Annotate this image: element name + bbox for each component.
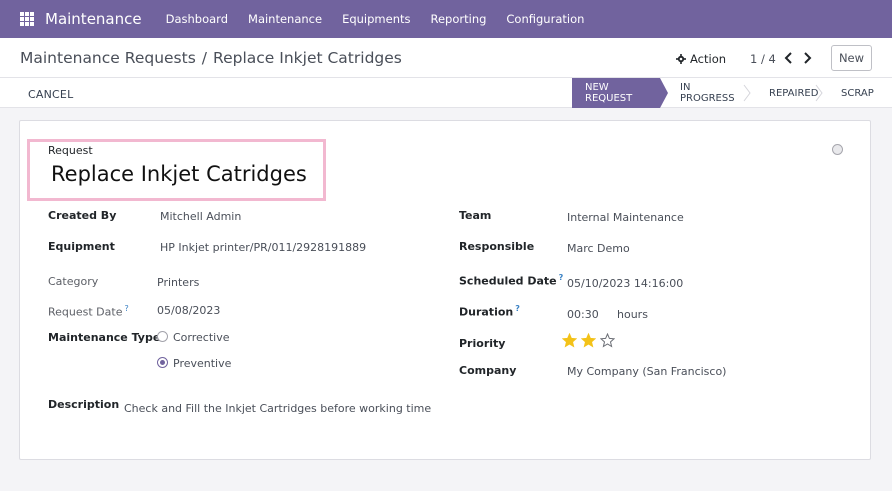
- request-date-field[interactable]: 05/08/2023: [157, 304, 220, 317]
- star-filled-icon[interactable]: [581, 333, 596, 348]
- maintenance-type-label: Maintenance Type: [48, 331, 161, 344]
- created-by-field[interactable]: Mitchell Admin: [160, 210, 241, 223]
- company-field[interactable]: My Company (San Francisco): [567, 365, 726, 378]
- request-date-label-text: Request Date: [48, 305, 123, 319]
- kanban-state-icon[interactable]: [832, 144, 843, 155]
- request-date-label: Request Date?: [48, 304, 129, 319]
- breadcrumb: Maintenance Requests / Replace Inkjet Catr…: [20, 49, 402, 67]
- request-title-input[interactable]: Replace Inkjet Catridges: [51, 162, 307, 186]
- preventive-label[interactable]: Preventive: [173, 357, 231, 370]
- star-empty-icon[interactable]: [600, 333, 615, 348]
- status-bar: CANCEL NEW REQUEST IN PROGRESS REPAIRED …: [0, 78, 892, 108]
- nav-equipments[interactable]: Equipments: [332, 12, 420, 26]
- stage-label: NEW REQUEST: [585, 82, 633, 104]
- corrective-label[interactable]: Corrective: [173, 331, 229, 344]
- category-field[interactable]: Printers: [157, 276, 199, 289]
- breadcrumb-current: Replace Inkjet Catridges: [213, 49, 402, 67]
- nav-reporting[interactable]: Reporting: [421, 12, 497, 26]
- chevron-left-icon[interactable]: [783, 51, 795, 65]
- breadcrumb-separator: /: [201, 49, 208, 67]
- description-label: Description: [48, 398, 120, 411]
- stage-label: IN PROGRESS: [680, 82, 735, 104]
- nav-configuration[interactable]: Configuration: [496, 12, 594, 26]
- gear-icon: [676, 54, 686, 64]
- request-label: Request: [48, 144, 93, 157]
- nav-dashboard[interactable]: Dashboard: [156, 12, 238, 26]
- duration-field[interactable]: 00:30: [567, 308, 599, 321]
- new-button[interactable]: New: [831, 45, 872, 71]
- stage-scrap[interactable]: SCRAP: [821, 78, 884, 108]
- category-label: Category: [48, 275, 99, 288]
- stage-new-request[interactable]: NEW REQUEST: [572, 78, 668, 108]
- stage-selector: NEW REQUEST IN PROGRESS REPAIRED SCRAP: [572, 78, 884, 108]
- stage-label: REPAIRED: [769, 87, 819, 99]
- help-icon[interactable]: ?: [559, 273, 564, 282]
- stage-label: SCRAP: [841, 87, 874, 99]
- stage-repaired[interactable]: REPAIRED: [749, 78, 823, 108]
- stage-in-progress[interactable]: IN PROGRESS: [660, 78, 751, 108]
- nav-maintenance[interactable]: Maintenance: [238, 12, 332, 26]
- scheduled-date-label: Scheduled Date?: [459, 273, 563, 288]
- top-navbar: Maintenance Dashboard Maintenance Equipm…: [0, 0, 892, 38]
- help-icon[interactable]: ?: [124, 304, 128, 313]
- team-label: Team: [459, 209, 492, 222]
- team-field[interactable]: Internal Maintenance: [567, 211, 684, 224]
- description-field[interactable]: Check and Fill the Inkjet Cartridges bef…: [124, 402, 431, 415]
- form-sheet: Request Replace Inkjet Catridges Created…: [19, 120, 871, 460]
- equipment-label: Equipment: [48, 240, 115, 253]
- chevron-right-icon[interactable]: [801, 51, 813, 65]
- priority-label: Priority: [459, 337, 506, 350]
- scheduled-date-label-text: Scheduled Date: [459, 274, 557, 288]
- duration-unit: hours: [617, 308, 648, 321]
- corrective-radio[interactable]: [157, 331, 168, 342]
- pager-value[interactable]: 1 / 4: [750, 52, 776, 66]
- equipment-field[interactable]: HP Inkjet printer/PR/011/2928191889: [160, 241, 366, 254]
- action-button[interactable]: Action: [676, 52, 726, 66]
- grid-icon[interactable]: [20, 12, 34, 26]
- breadcrumb-parent[interactable]: Maintenance Requests: [20, 49, 196, 67]
- control-panel: Maintenance Requests / Replace Inkjet Catr…: [0, 38, 892, 78]
- scheduled-date-field[interactable]: 05/10/2023 14:16:00: [567, 277, 683, 290]
- action-label: Action: [690, 52, 727, 66]
- preventive-radio[interactable]: [157, 357, 168, 368]
- duration-label: Duration?: [459, 304, 520, 319]
- cancel-button[interactable]: CANCEL: [28, 88, 73, 101]
- star-filled-icon[interactable]: [562, 333, 577, 348]
- responsible-field[interactable]: Marc Demo: [567, 242, 630, 255]
- help-icon[interactable]: ?: [515, 304, 520, 313]
- company-label: Company: [459, 364, 517, 377]
- app-title[interactable]: Maintenance: [45, 10, 142, 28]
- responsible-label: Responsible: [459, 240, 535, 253]
- created-by-label: Created By: [48, 209, 117, 222]
- duration-label-text: Duration: [459, 305, 514, 319]
